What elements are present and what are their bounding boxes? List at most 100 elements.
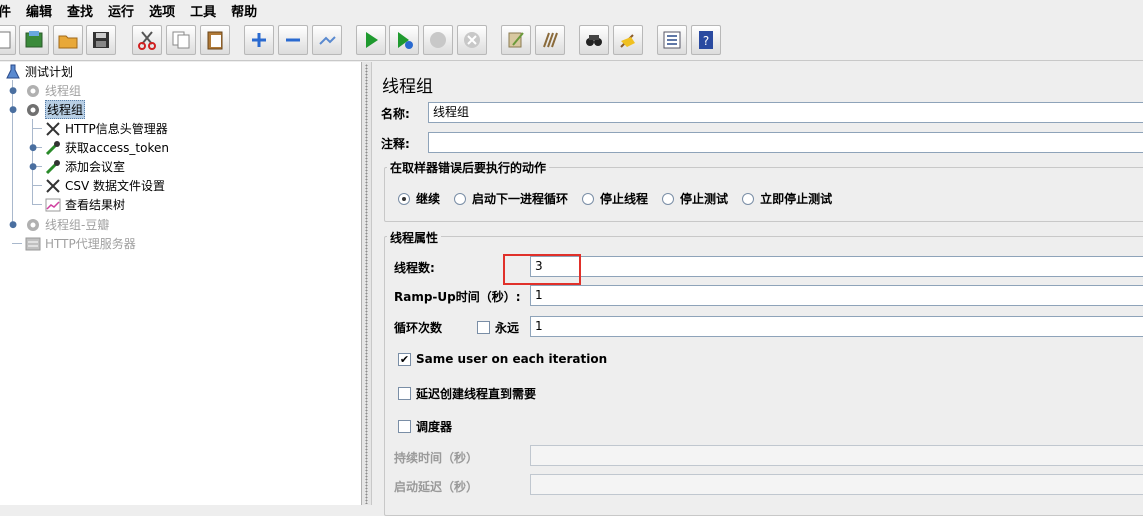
comment-field[interactable] xyxy=(428,132,1143,153)
shutdown-icon[interactable] xyxy=(457,25,487,55)
function-helper-icon[interactable] xyxy=(657,25,687,55)
tree-node-thread-group-douban[interactable]: 线程组-豆瓣 xyxy=(24,215,109,234)
startup-delay-field[interactable] xyxy=(530,474,1143,495)
loop-label: 循环次数 xyxy=(394,321,443,335)
gear-icon xyxy=(24,216,42,234)
rampup-field[interactable]: 1 xyxy=(530,285,1143,306)
gear-icon xyxy=(24,82,42,100)
copy-icon[interactable] xyxy=(166,25,196,55)
threads-label: 线程数: xyxy=(394,261,435,275)
thread-properties-title: 线程属性 xyxy=(387,229,442,246)
test-plan-icon xyxy=(4,63,22,81)
menu-run[interactable]: 运行 xyxy=(108,1,134,20)
threads-field[interactable]: 3 xyxy=(530,256,1143,277)
tree-node-view-results-tree[interactable]: 查看结果树 xyxy=(44,195,125,214)
cut-icon[interactable] xyxy=(132,25,162,55)
start-no-timers-icon[interactable] xyxy=(389,25,419,55)
same-user-label: Same user on each iteration xyxy=(416,352,608,366)
delay-label: 延迟创建线程直到需要 xyxy=(416,387,537,401)
toolbar: ? xyxy=(0,22,1143,60)
checkbox-box xyxy=(398,387,411,400)
toggle-icon[interactable] xyxy=(312,25,342,55)
error-action-title: 在取样器错误后要执行的动作 xyxy=(387,159,550,176)
checkbox-box xyxy=(477,321,490,334)
loop-field[interactable]: 1 xyxy=(530,316,1143,337)
sampler-pipette-icon xyxy=(44,158,62,176)
expand-icon[interactable] xyxy=(244,25,274,55)
duration-label: 持续时间（秒） xyxy=(394,451,479,465)
clear-all-icon[interactable] xyxy=(535,25,565,55)
reset-search-icon[interactable] xyxy=(613,25,643,55)
menu-file[interactable]: 件 xyxy=(0,1,11,20)
checkbox-box xyxy=(398,420,411,433)
delay-thread-creation-checkbox[interactable]: 延迟创建线程直到需要 xyxy=(398,385,536,402)
expand-toggle-icon[interactable]: ● xyxy=(7,219,19,231)
page-title: 线程组 xyxy=(382,77,433,97)
forever-label: 永远 xyxy=(495,321,520,335)
sampler-pipette-icon xyxy=(44,139,62,157)
radio-label: 停止线程 xyxy=(600,192,649,206)
tree-node-label: 线程组 xyxy=(45,100,86,119)
scheduler-checkbox[interactable]: 调度器 xyxy=(398,418,452,435)
radio-label: 立即停止测试 xyxy=(760,192,833,206)
svg-text:?: ? xyxy=(703,34,709,48)
tree-node-test-plan[interactable]: 测试计划 xyxy=(4,62,73,81)
tree-node-label: 测试计划 xyxy=(25,65,74,79)
duration-field[interactable] xyxy=(530,445,1143,466)
name-label: 名称: xyxy=(381,107,410,121)
tree-node-add-meeting-room[interactable]: 添加会议室 xyxy=(44,157,125,176)
start-icon[interactable] xyxy=(356,25,386,55)
tree-node-http-header-manager[interactable]: HTTP信息头管理器 xyxy=(44,119,168,138)
menu-options[interactable]: 选项 xyxy=(149,1,175,20)
name-field[interactable]: 线程组 xyxy=(428,102,1143,123)
menu-help[interactable]: 帮助 xyxy=(231,1,257,20)
radio-start-next-loop[interactable]: 启动下一进程循环 xyxy=(454,190,568,207)
radio-dot xyxy=(662,192,675,205)
tree-node-get-access-token[interactable]: 获取access_token xyxy=(44,138,169,157)
scheduler-label: 调度器 xyxy=(416,420,453,434)
save-icon[interactable] xyxy=(86,25,116,55)
menu-tools[interactable]: 工具 xyxy=(190,1,216,20)
collapse-icon[interactable] xyxy=(278,25,308,55)
menu-search[interactable]: 查找 xyxy=(67,1,93,20)
tree-node-thread-group-selected[interactable]: 线程组 xyxy=(24,100,86,119)
wrench-icon xyxy=(44,120,62,138)
wrench-icon xyxy=(44,177,62,195)
server-icon xyxy=(24,235,42,253)
forever-checkbox[interactable]: 永远 xyxy=(477,319,519,336)
radio-stop-test-now[interactable]: 立即停止测试 xyxy=(742,190,832,207)
tree-node-label: 线程组 xyxy=(45,84,82,98)
tree-node-http-proxy-server[interactable]: HTTP代理服务器 xyxy=(24,234,136,253)
tree-node-label: HTTP信息头管理器 xyxy=(65,122,168,136)
tree-node-csv-data-set[interactable]: CSV 数据文件设置 xyxy=(44,176,165,195)
tree-node-thread-group-disabled[interactable]: 线程组 xyxy=(24,81,81,100)
stop-icon[interactable] xyxy=(423,25,453,55)
expand-toggle-icon[interactable]: ● xyxy=(27,161,39,173)
radio-dot xyxy=(454,192,467,205)
radio-stop-test[interactable]: 停止测试 xyxy=(662,190,728,207)
open-icon[interactable] xyxy=(53,25,83,55)
panel-splitter[interactable] xyxy=(361,62,372,505)
radio-label: 停止测试 xyxy=(680,192,729,206)
new-icon[interactable] xyxy=(0,25,16,55)
menu-edit[interactable]: 编辑 xyxy=(26,1,52,20)
tree-node-label: 添加会议室 xyxy=(65,160,126,174)
radio-dot xyxy=(398,192,410,205)
tree-node-label: HTTP代理服务器 xyxy=(45,237,136,251)
rampup-label: Ramp-Up时间（秒）: xyxy=(394,290,521,304)
expand-toggle-icon[interactable]: ● xyxy=(27,142,39,154)
templates-icon[interactable] xyxy=(19,25,49,55)
expand-toggle-icon[interactable]: ● xyxy=(7,85,19,97)
search-icon[interactable] xyxy=(579,25,609,55)
error-action-options: 继续 启动下一进程循环 停止线程 停止测试 立即停止测试 xyxy=(398,190,846,207)
chart-icon xyxy=(44,196,62,214)
radio-dot xyxy=(742,192,755,205)
help-icon[interactable]: ? xyxy=(691,25,721,55)
radio-stop-thread[interactable]: 停止线程 xyxy=(582,190,648,207)
paste-icon[interactable] xyxy=(200,25,230,55)
same-user-checkbox[interactable]: ✔ Same user on each iteration xyxy=(398,352,607,366)
radio-continue[interactable]: 继续 xyxy=(398,190,440,207)
collapse-toggle-icon[interactable]: ● xyxy=(7,104,19,116)
tree-node-label: 线程组-豆瓣 xyxy=(45,218,110,232)
clear-icon[interactable] xyxy=(501,25,531,55)
